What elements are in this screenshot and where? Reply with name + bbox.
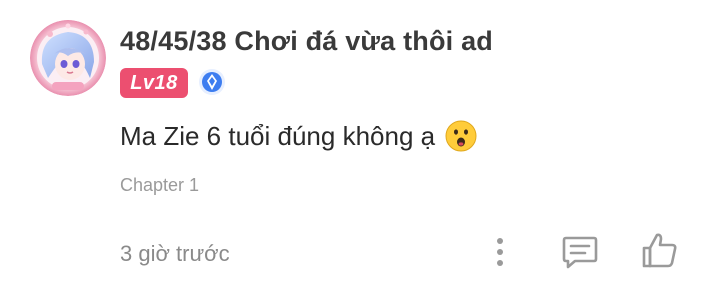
comment-item: 48/45/38 Chơi đá vừa thôi ad Lv18 Ma Zie… xyxy=(0,0,720,308)
timestamp: 3 giờ trước xyxy=(120,241,230,266)
like-button[interactable] xyxy=(640,230,680,270)
surprised-face-icon xyxy=(445,120,477,152)
avatar[interactable] xyxy=(30,20,106,96)
reply-button[interactable] xyxy=(561,234,599,270)
verified-badge-icon xyxy=(198,68,226,96)
avatar-image xyxy=(30,20,106,96)
comment-body: Ma Zie 6 tuổi đúng không ạ xyxy=(120,120,477,152)
more-vertical-icon xyxy=(488,238,512,273)
chapter-label[interactable]: Chapter 1 xyxy=(120,175,199,196)
comment-icon xyxy=(561,236,599,274)
comment-text: Ma Zie 6 tuổi đúng không ạ xyxy=(120,120,436,151)
level-badge: Lv18 xyxy=(120,68,188,98)
username[interactable]: 48/45/38 Chơi đá vừa thôi ad xyxy=(120,26,493,57)
more-options-button[interactable] xyxy=(488,235,512,269)
thumbs-up-icon xyxy=(640,233,680,274)
